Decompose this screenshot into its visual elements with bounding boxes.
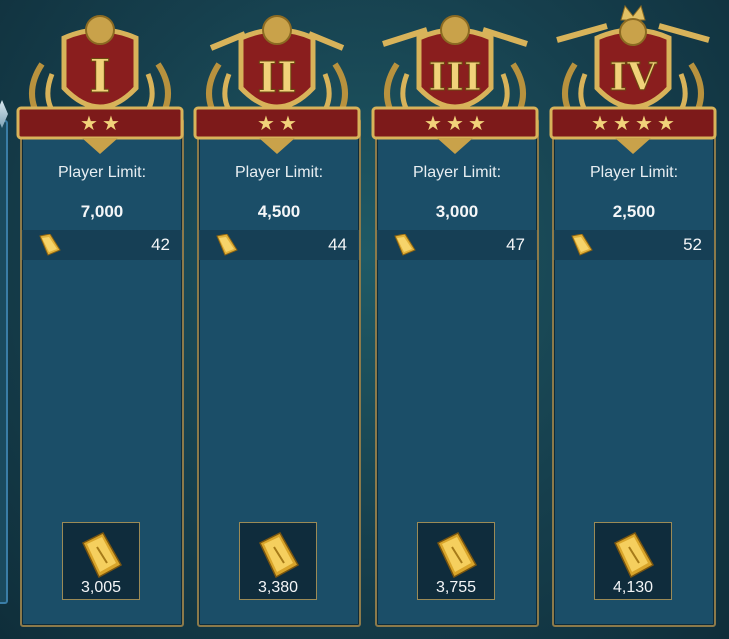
player-limit-label: Player Limit: [589,164,679,181]
reward-amount: 44 [328,235,347,254]
gold-bar-icon [614,532,655,579]
star-icon: ★ [446,113,464,135]
tier-1-crest-icon: I ★ ★ [16,15,184,154]
star-icon: ★ [279,113,297,135]
tier-card-2[interactable]: Player Limit: 4,500 44 3,380 [197,118,361,627]
star-icon: ★ [613,113,631,135]
reward-amount: 47 [506,235,525,254]
reward-row: 44 [199,230,359,260]
gold-bar-icon [394,234,416,256]
star-icon: ★ [424,113,442,135]
star-icon: ★ [257,113,275,135]
tier-3-crest-icon: III ★ ★ ★ [371,15,539,154]
tier-card-1[interactable]: Player Limit: 7,000 42 3,005 [20,118,184,627]
prize-amount: 3,005 [80,579,122,596]
gold-bar-icon [571,234,593,256]
star-icon: ★ [635,113,653,135]
tier-card-3[interactable]: Player Limit: 3,000 47 3,755 [375,118,539,627]
player-limit-value: 4,500 [257,202,301,221]
star-icon: ★ [102,113,120,135]
tier-numeral: III [428,54,481,99]
gold-bar-icon [437,532,478,579]
reward-row: 42 [22,230,182,260]
gold-bar-icon [259,532,300,579]
player-limit-value: 3,000 [435,202,479,221]
prize-box[interactable]: 3,380 [239,522,317,600]
gold-bar-icon [216,234,238,256]
prize-box[interactable]: 3,755 [417,522,495,600]
tier-2-crest-icon: II ★ ★ [193,15,361,154]
reward-row: 47 [377,230,537,260]
prize-box[interactable]: 3,005 [62,522,140,600]
player-limit-value: 2,500 [612,202,656,221]
reward-row: 52 [554,230,714,260]
tier-numeral: II [257,53,296,102]
star-icon: ★ [591,113,609,135]
player-limit-label: Player Limit: [234,164,324,181]
prize-amount: 3,755 [435,579,477,596]
star-icon: ★ [468,113,486,135]
player-limit-label: Player Limit: [57,164,147,181]
gold-bar-icon [82,532,123,579]
star-icon: ★ [80,113,98,135]
prize-box[interactable]: 4,130 [594,522,672,600]
tier-numeral: IV [609,54,658,99]
tier-stars: ★ ★ ★ [424,113,486,135]
reward-amount: 52 [683,235,702,254]
star-icon: ★ [657,113,675,135]
prize-amount: 4,130 [612,579,654,596]
tier-card-4[interactable]: Player Limit: 2,500 52 4,130 [552,118,716,627]
player-limit-value: 7,000 [80,202,124,221]
player-limit-label: Player Limit: [412,164,502,181]
gold-bar-icon [39,234,61,256]
tier-numeral: I [89,49,111,103]
tier-4-crest-icon: IV ★ ★ ★ ★ [549,4,717,154]
reward-amount: 42 [151,235,170,254]
prize-amount: 3,380 [257,579,299,596]
previous-tier-card-edge [0,120,8,604]
